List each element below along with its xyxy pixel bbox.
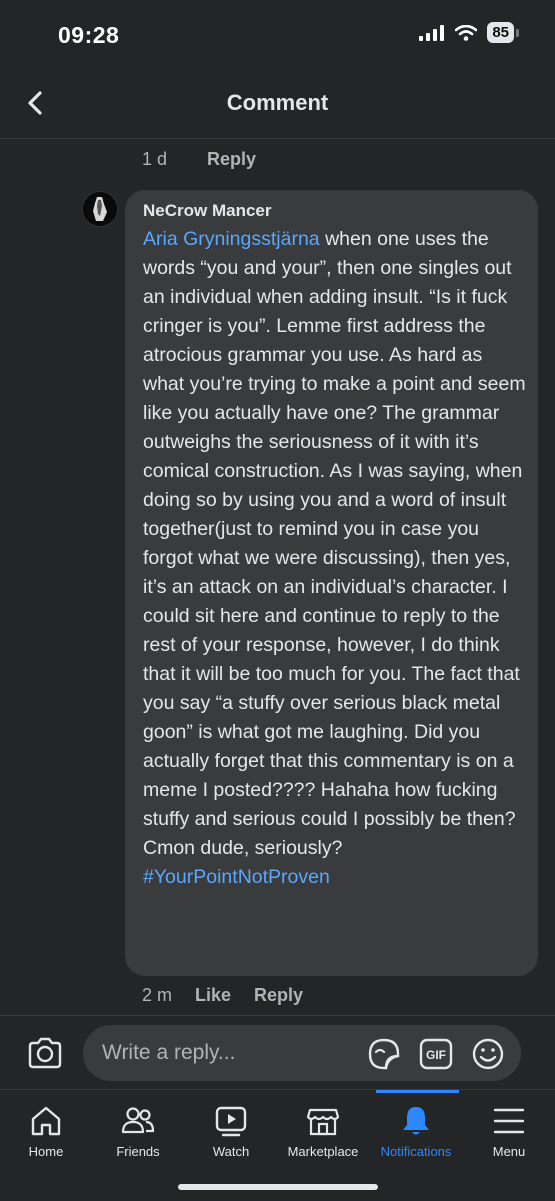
reply-box: GIF: [83, 1025, 521, 1081]
gif-icon[interactable]: GIF: [419, 1038, 453, 1070]
marketplace-icon: [306, 1108, 340, 1136]
tab-home[interactable]: Home: [0, 1090, 92, 1170]
comment-body: when one uses the words “you and your”, …: [143, 228, 526, 859]
avatar[interactable]: [82, 191, 118, 227]
reply-input[interactable]: [100, 1037, 354, 1069]
tab-home-label: Home: [28, 1144, 64, 1159]
menu-icon: [493, 1108, 525, 1134]
bell-icon: [403, 1107, 429, 1135]
comment-meta: 2 m Like Reply: [142, 985, 326, 1006]
wifi-icon: [455, 25, 478, 41]
status-time: 09:28: [58, 22, 120, 48]
svg-text:GIF: GIF: [426, 1048, 446, 1062]
like-button[interactable]: Like: [195, 985, 231, 1006]
page-title: Comment: [226, 90, 329, 115]
comment-time: 2 m: [142, 985, 173, 1005]
battery-tip: [516, 29, 519, 37]
comment-text: Aria Gryningsstjärna when one uses the w…: [143, 225, 526, 892]
tab-watch-label: Watch: [212, 1144, 250, 1159]
status-bar: 09:28 85: [0, 0, 555, 72]
tab-marketplace-label: Marketplace: [287, 1144, 359, 1159]
battery-indicator: 85: [487, 22, 519, 43]
home-icon: [31, 1106, 61, 1136]
mention-link[interactable]: Aria Gryningsstjärna: [143, 228, 320, 250]
home-indicator: [178, 1184, 378, 1190]
tab-friends-label: Friends: [116, 1144, 160, 1159]
tab-menu-label: Menu: [492, 1144, 526, 1159]
friends-icon: [121, 1107, 155, 1134]
status-icons: 85: [419, 22, 519, 43]
cellular-signal-icon: [419, 25, 445, 41]
tab-marketplace[interactable]: Marketplace: [277, 1090, 369, 1170]
emoji-icon[interactable]: [471, 1037, 505, 1071]
comment-author[interactable]: NeCrow Mancer: [143, 201, 526, 221]
camera-icon[interactable]: [27, 1036, 63, 1070]
tab-friends[interactable]: Friends: [92, 1090, 184, 1170]
previous-comment-time: 1 d: [142, 149, 168, 169]
tab-notifications[interactable]: Notifications: [370, 1090, 462, 1170]
comment-bubble: NeCrow Mancer Aria Gryningsstjärna when …: [125, 190, 538, 976]
tab-watch[interactable]: Watch: [185, 1090, 277, 1170]
header: Comment: [0, 72, 555, 139]
tab-notifications-label: Notifications: [380, 1144, 452, 1159]
sticker-icon[interactable]: [366, 1036, 402, 1072]
previous-comment-meta: 1 d Reply: [142, 149, 256, 170]
watch-icon: [215, 1106, 247, 1137]
hashtag-link[interactable]: #YourPointNotProven: [143, 866, 330, 888]
reply-composer: GIF: [0, 1015, 555, 1091]
battery-level: 85: [487, 22, 514, 43]
reply-button[interactable]: Reply: [254, 985, 303, 1006]
tab-menu[interactable]: Menu: [463, 1090, 555, 1170]
avatar-image: [83, 192, 117, 226]
previous-reply-button[interactable]: Reply: [207, 149, 256, 169]
